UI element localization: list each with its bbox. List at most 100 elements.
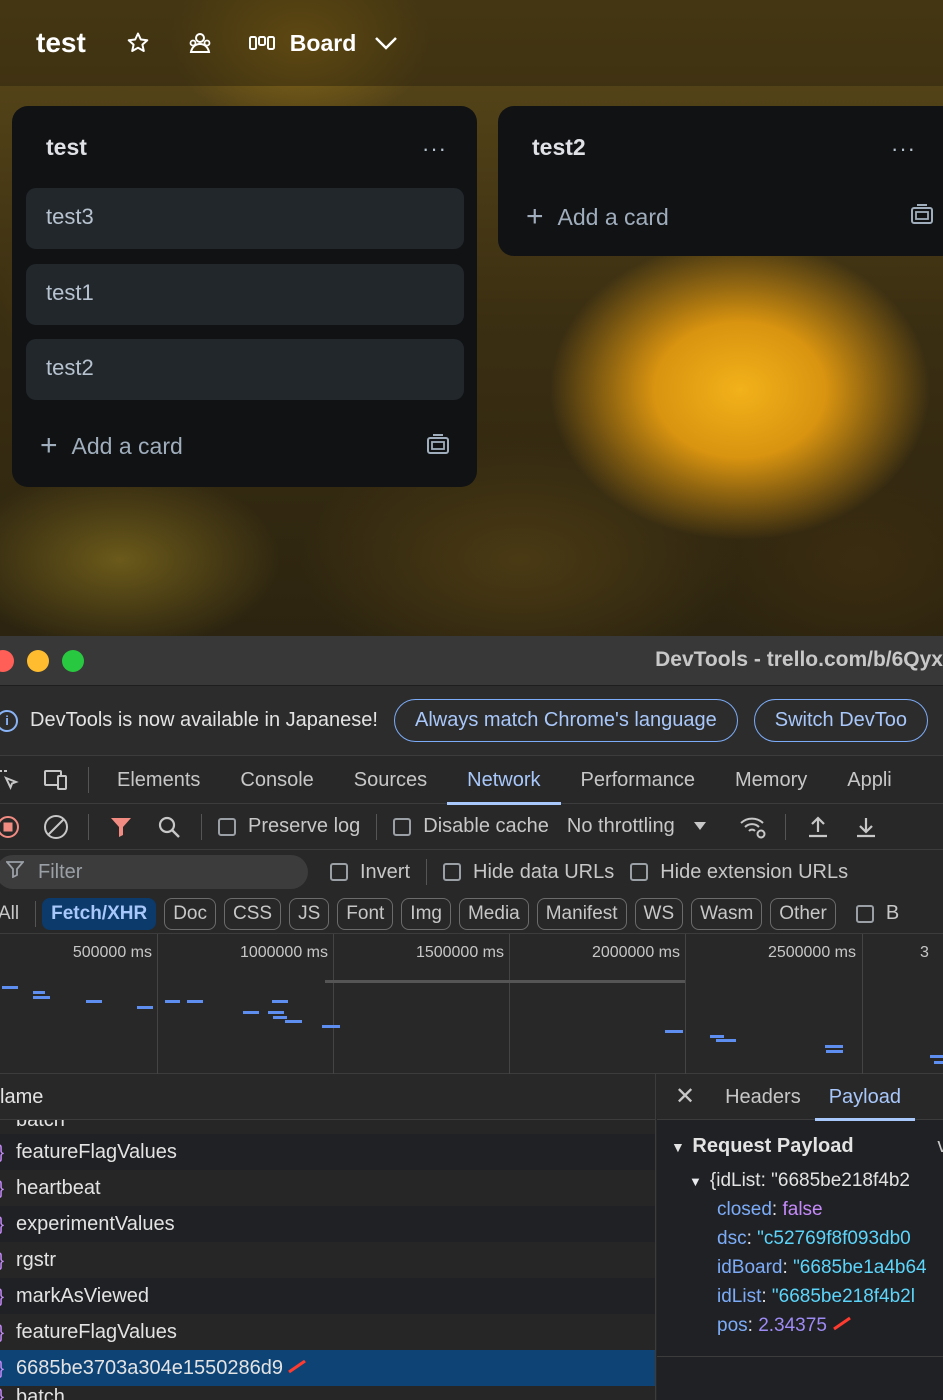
payload-section-header[interactable]: ▼ Request Payload vie	[657, 1120, 943, 1172]
type-filter-all[interactable]: All	[0, 899, 27, 929]
board-title[interactable]: test	[36, 27, 86, 59]
timeline-gridline	[862, 934, 863, 1074]
filter-funnel-icon[interactable]	[107, 813, 135, 841]
type-filter-fetch-xhr[interactable]: Fetch/XHR	[42, 897, 157, 930]
card[interactable]: test3	[26, 188, 464, 249]
type-filter-other[interactable]: Other	[770, 897, 836, 930]
table-row[interactable]: }rgstr	[0, 1242, 655, 1278]
timeline-request-bar	[716, 1039, 736, 1042]
tab-headers[interactable]: Headers	[711, 1074, 815, 1120]
payload-title: Request Payload	[692, 1134, 854, 1157]
table-row[interactable]: }experimentValues	[0, 1206, 655, 1242]
table-row[interactable]: }featureFlagValues	[0, 1134, 655, 1170]
match-language-button[interactable]: Always match Chrome's language	[393, 699, 738, 742]
table-row[interactable]: }markAsViewed	[0, 1278, 655, 1314]
table-row[interactable]: }batch	[0, 1386, 655, 1400]
json-key: idBoard	[717, 1257, 783, 1278]
list-title[interactable]: test2	[532, 134, 586, 161]
table-row-selected[interactable]: }6685be3703a304e1550286d9	[0, 1350, 655, 1386]
type-filter-media[interactable]: Media	[458, 897, 529, 930]
list-menu-button[interactable]: ···	[422, 136, 447, 162]
network-conditions-icon[interactable]	[739, 813, 767, 841]
switch-language-button[interactable]: Switch DevToo	[753, 699, 929, 742]
hide-extension-urls-checkbox[interactable]: Hide extension URLs	[630, 861, 848, 884]
table-row[interactable]: }heartbeat	[0, 1170, 655, 1206]
disable-cache-checkbox[interactable]: Disable cache	[393, 815, 549, 838]
annotation-mark-icon	[832, 1315, 852, 1336]
list-menu-button[interactable]: ···	[891, 136, 916, 162]
window-title: DevTools - trello.com/b/6Qyx	[655, 648, 943, 671]
disable-cache-label: Disable cache	[423, 815, 549, 837]
timeline-label: 1000000 ms	[239, 944, 328, 961]
devtools-window: DevTools - trello.com/b/6Qyx i DevTools …	[0, 636, 943, 1400]
close-window-button[interactable]	[0, 650, 14, 672]
type-filter-font[interactable]: Font	[337, 897, 394, 930]
tab-payload[interactable]: Payload	[814, 1074, 916, 1121]
tab-memory[interactable]: Memory	[715, 756, 827, 804]
search-icon[interactable]	[155, 813, 183, 841]
timeline-request-bar	[268, 1011, 284, 1014]
tab-network[interactable]: Network	[447, 756, 561, 805]
triangle-down-icon: ▼	[671, 1138, 685, 1155]
xhr-icon: }	[0, 1322, 16, 1343]
workspace-visibility-icon[interactable]	[186, 29, 214, 57]
add-card-label: Add a card	[557, 203, 669, 230]
import-har-icon[interactable]	[804, 813, 832, 841]
invert-checkbox[interactable]: Invert	[330, 861, 410, 884]
type-filter-img[interactable]: Img	[401, 897, 451, 930]
caret-down-icon[interactable]	[693, 818, 707, 836]
close-icon[interactable]: ✕	[675, 1082, 695, 1111]
add-card-button[interactable]: + Add a card	[40, 431, 183, 461]
json-root-text: {idList: "6685be218f4b2	[709, 1170, 910, 1191]
card[interactable]: test1	[26, 264, 464, 325]
tab-performance[interactable]: Performance	[561, 756, 716, 804]
throttling-select[interactable]: No throttling	[567, 815, 675, 838]
column-header-name[interactable]: lame	[0, 1074, 655, 1120]
request-name: experimentValues	[16, 1212, 175, 1235]
card[interactable]: test2	[26, 339, 464, 400]
annotation-mark-icon	[287, 1357, 307, 1380]
device-toolbar-icon[interactable]	[42, 766, 70, 794]
hide-data-urls-checkbox[interactable]: Hide data URLs	[443, 861, 614, 884]
preserve-log-checkbox[interactable]: Preserve log	[218, 815, 360, 838]
add-card-button[interactable]: + Add a card	[526, 202, 669, 232]
timeline-request-bar	[165, 1000, 180, 1003]
clear-icon[interactable]	[42, 813, 70, 841]
export-har-icon[interactable]	[852, 813, 880, 841]
star-icon[interactable]	[124, 29, 152, 57]
hide-data-urls-label: Hide data URLs	[473, 860, 615, 883]
type-filter-doc[interactable]: Doc	[164, 897, 216, 930]
minimize-window-button[interactable]	[27, 650, 49, 672]
type-filter-css[interactable]: CSS	[224, 897, 282, 930]
board-view-switcher[interactable]: Board	[248, 29, 398, 57]
view-source-link[interactable]: vie	[937, 1135, 943, 1158]
type-filter-manifest[interactable]: Manifest	[536, 897, 627, 930]
tab-application[interactable]: Appli	[827, 756, 911, 804]
request-name: featureFlagValues	[16, 1140, 177, 1163]
inspect-element-icon[interactable]	[0, 766, 22, 794]
list-title[interactable]: test	[46, 134, 87, 161]
zoom-window-button[interactable]	[62, 650, 84, 672]
board-list: test ··· test3 test1 test2 + Add a card	[12, 106, 477, 487]
filter-input[interactable]: Filter	[0, 855, 308, 889]
record-stop-icon[interactable]	[0, 813, 22, 841]
tab-elements[interactable]: Elements	[97, 756, 220, 804]
tab-console[interactable]: Console	[220, 756, 333, 804]
timeline-request-bar	[285, 1020, 302, 1023]
divider	[426, 859, 428, 885]
table-row[interactable]: }featureFlagValues	[0, 1314, 655, 1350]
timeline-gridline	[157, 934, 158, 1074]
type-filter-js[interactable]: JS	[289, 897, 330, 930]
blocked-checkbox[interactable]: B	[855, 902, 899, 925]
trello-board: test Board test ··· test3 test1 test2 + …	[0, 0, 943, 636]
json-field: closed: false	[717, 1199, 823, 1220]
json-root-line[interactable]: ▼ {idList: "6685be218f4b2	[657, 1166, 943, 1195]
tab-sources[interactable]: Sources	[334, 756, 447, 804]
card-template-icon[interactable]	[910, 204, 934, 226]
network-timeline-overview[interactable]: 500000 ms 1000000 ms 1500000 ms 2000000 …	[0, 934, 943, 1074]
type-filter-wasm[interactable]: Wasm	[691, 897, 763, 930]
type-filter-ws[interactable]: WS	[634, 897, 684, 930]
card-template-icon[interactable]	[426, 434, 450, 456]
table-row[interactable]: batch	[0, 1120, 655, 1134]
timeline-request-bar	[710, 1035, 724, 1038]
